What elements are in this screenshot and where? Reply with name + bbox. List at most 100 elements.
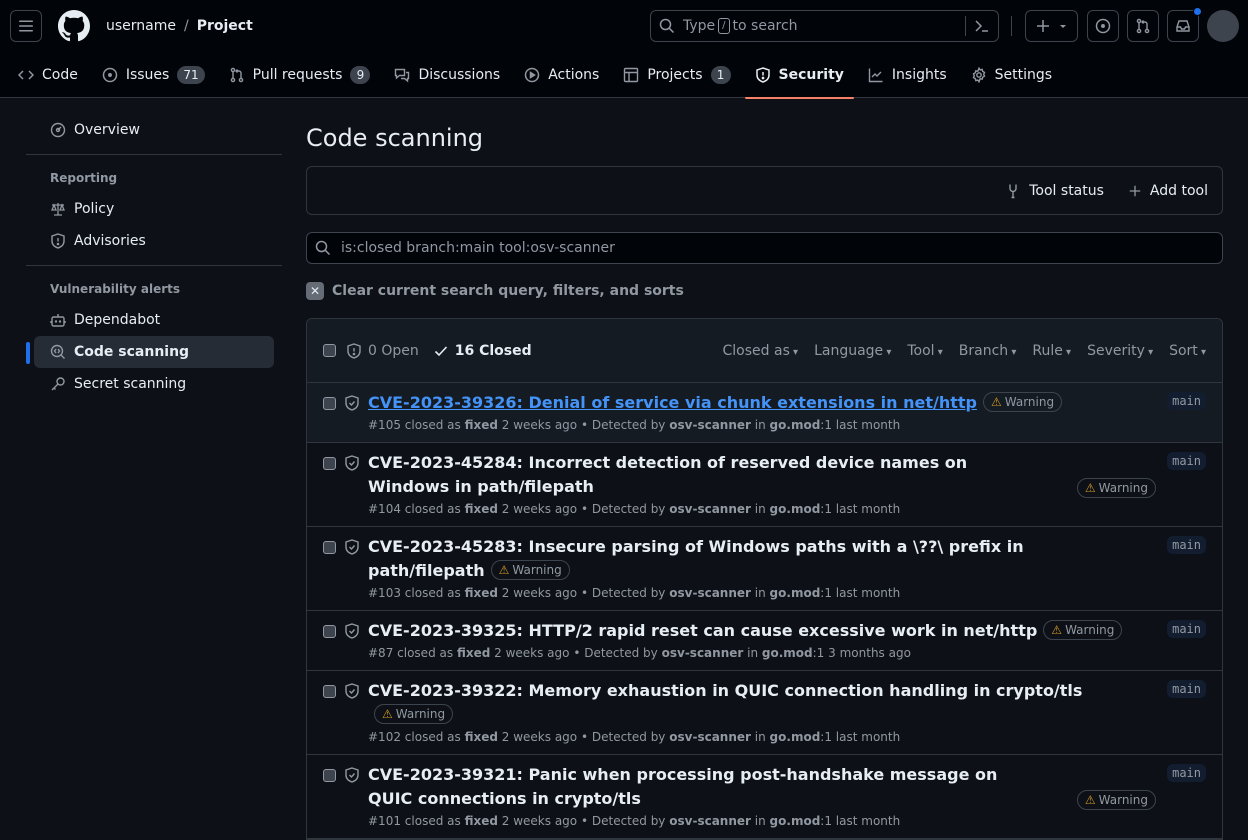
breadcrumb-repo[interactable]: Project — [197, 18, 253, 34]
tab-counter: 9 — [350, 66, 371, 84]
gear-icon — [972, 67, 986, 83]
sidebar-item-overview[interactable]: Overview — [34, 114, 274, 146]
tab-label: Settings — [994, 67, 1053, 83]
inbox-button[interactable] — [1167, 7, 1202, 42]
filter-branch[interactable]: Branch — [959, 343, 1017, 359]
detected-by-label: • Detected by — [580, 814, 666, 828]
menu-button[interactable] — [10, 10, 42, 42]
clear-filters-button[interactable]: ✕ Clear current search query, filters, a… — [306, 276, 1223, 306]
filter-severity[interactable]: Severity — [1087, 343, 1153, 359]
file-name[interactable]: go.mod — [770, 814, 821, 828]
filter-tool[interactable]: Tool — [907, 343, 942, 359]
tab-pull-requests[interactable]: Pull requests 9 — [219, 52, 381, 98]
alert-checkbox[interactable] — [323, 769, 336, 782]
filter-sort[interactable]: Sort — [1169, 343, 1206, 359]
issue-icon — [102, 67, 118, 83]
alert-title-link[interactable]: CVE-2023-39326: Denial of service via ch… — [368, 393, 977, 412]
sidebar-item-dependabot[interactable]: Dependabot — [34, 304, 274, 336]
alert-checkbox[interactable] — [323, 457, 336, 470]
alert-checkbox[interactable] — [323, 685, 336, 698]
pull-request-icon — [1136, 18, 1150, 34]
closed-reason: fixed — [464, 502, 498, 516]
closed-time: 2 weeks ago — [501, 814, 578, 828]
detected-time: last month — [835, 730, 901, 744]
alert-title-link[interactable]: CVE-2023-45283: Insecure parsing of Wind… — [368, 537, 1024, 580]
breadcrumb-owner[interactable]: username — [106, 18, 176, 34]
github-logo-icon[interactable] — [58, 10, 90, 42]
tab-projects[interactable]: Projects 1 — [613, 52, 740, 98]
branch-label[interactable]: main — [1167, 764, 1206, 782]
tab-security[interactable]: Security — [744, 52, 855, 99]
play-icon — [524, 67, 540, 83]
file-name[interactable]: go.mod — [770, 502, 821, 516]
file-name[interactable]: go.mod — [770, 586, 821, 600]
in-label: in — [754, 418, 766, 432]
file-name[interactable]: go.mod — [770, 730, 821, 744]
filter-language[interactable]: Language — [814, 343, 891, 359]
create-new-button[interactable] — [1025, 10, 1078, 42]
branch-label[interactable]: main — [1167, 620, 1206, 638]
closed-as-label: closed as — [404, 730, 461, 744]
closed-filter[interactable]: 16 Closed — [433, 343, 532, 359]
alert-checkbox[interactable] — [323, 541, 336, 554]
in-label: in — [754, 586, 766, 600]
file-name[interactable]: go.mod — [770, 418, 821, 432]
tab-settings[interactable]: Settings — [961, 52, 1062, 98]
filter-rule[interactable]: Rule — [1032, 343, 1071, 359]
alert-icon: ⚠ — [1051, 623, 1063, 637]
tab-issues[interactable]: Issues 71 — [92, 52, 215, 98]
sidebar-item-advisories[interactable]: Advisories — [34, 225, 274, 257]
branch-label[interactable]: main — [1167, 680, 1206, 698]
table-icon — [624, 67, 639, 83]
tab-actions[interactable]: Actions — [514, 52, 609, 98]
alert-number: #105 — [368, 418, 401, 432]
detected-by-label: • Detected by — [580, 586, 666, 600]
tab-insights[interactable]: Insights — [858, 52, 957, 98]
sidebar-item-code-scanning[interactable]: Code scanning — [26, 336, 274, 368]
sidebar-item-policy[interactable]: Policy — [34, 193, 274, 225]
issues-button[interactable] — [1087, 10, 1119, 42]
tool-status-button[interactable]: Tool status — [1005, 183, 1104, 199]
clear-filters-label: Clear current search query, filters, and… — [332, 283, 684, 299]
file-name[interactable]: go.mod — [762, 646, 813, 660]
closed-as-label: closed as — [397, 646, 454, 660]
severity-label: Warning — [1098, 481, 1148, 495]
branch-label[interactable]: main — [1167, 452, 1206, 470]
alert-title-link[interactable]: CVE-2023-39322: Memory exhaustion in QUI… — [368, 681, 1082, 700]
severity-label: Warning — [1065, 623, 1115, 637]
alert-number: #103 — [368, 586, 401, 600]
command-palette-button[interactable] — [965, 16, 990, 36]
alert-title-link[interactable]: CVE-2023-39325: HTTP/2 rapid reset can c… — [368, 621, 1037, 640]
add-tool-label: Add tool — [1149, 182, 1208, 199]
branch-label[interactable]: main — [1167, 392, 1206, 410]
global-search[interactable]: Type / to search — [650, 10, 999, 42]
open-count: 0 Open — [368, 342, 419, 359]
filter-dropdowns: Closed as Language Tool Branch Rule Seve… — [723, 343, 1206, 359]
add-tool-button[interactable]: Add tool — [1128, 183, 1208, 199]
user-avatar[interactable] — [1207, 10, 1239, 42]
open-filter[interactable]: 0 Open — [346, 343, 419, 359]
tab-label: Discussions — [418, 67, 501, 83]
shield-check-icon — [345, 455, 359, 471]
filter-closed-as[interactable]: Closed as — [723, 343, 799, 359]
tab-label: Actions — [548, 67, 600, 83]
tool-name: osv-scanner — [669, 730, 751, 744]
sidebar-divider — [26, 154, 282, 155]
tab-code[interactable]: Code — [8, 52, 88, 98]
pull-requests-button[interactable] — [1127, 10, 1159, 42]
detected-by-label: • Detected by — [580, 730, 666, 744]
severity-badge: ⚠ Warning — [490, 560, 570, 580]
alert-search-input[interactable]: is:closed branch:main tool:osv-scanner — [306, 232, 1223, 264]
alert-row: CVE-2023-39325: HTTP/2 rapid reset can c… — [307, 611, 1222, 671]
tab-discussions[interactable]: Discussions — [384, 52, 510, 98]
select-all-checkbox[interactable] — [323, 344, 336, 357]
search-icon — [315, 240, 331, 256]
alert-title-link[interactable]: CVE-2023-45284: Incorrect detection of r… — [368, 453, 967, 496]
alert-checkbox[interactable] — [323, 397, 336, 410]
branch-label[interactable]: main — [1167, 536, 1206, 554]
alert-number: #102 — [368, 730, 401, 744]
tool-name: osv-scanner — [669, 418, 751, 432]
alert-checkbox[interactable] — [323, 625, 336, 638]
sidebar-item-secret-scanning[interactable]: Secret scanning — [34, 368, 274, 400]
search-query-value: is:closed branch:main tool:osv-scanner — [341, 240, 615, 256]
